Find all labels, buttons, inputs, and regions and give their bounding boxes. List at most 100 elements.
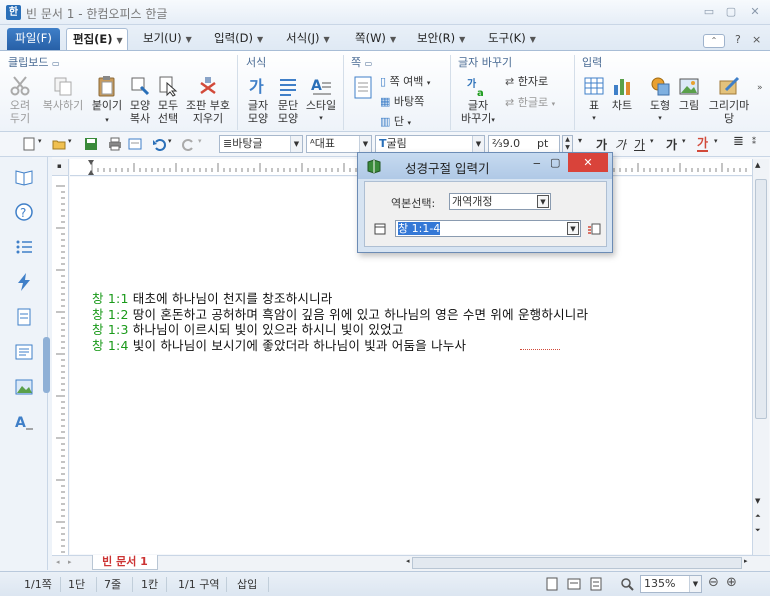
background-page-button[interactable]: ▦ 바탕쪽 [380, 93, 424, 109]
hangul-button[interactable]: ⇄ 한글로 ▾ [505, 94, 555, 110]
sidebar-collapse-handle[interactable] [43, 337, 50, 393]
chart-button[interactable]: 차트 [608, 75, 636, 112]
close-window-button[interactable]: ✕ [747, 4, 763, 19]
chevron-down-icon[interactable]: ▾ [68, 137, 72, 145]
chevron-down-icon[interactable]: ▾ [198, 137, 202, 145]
print-preview-icon[interactable] [128, 137, 142, 151]
hanja-button[interactable]: ⇄ 한자로 [505, 73, 548, 89]
tab-security[interactable]: 보안(R) ▼ [411, 28, 471, 50]
close-document-icon[interactable]: × [752, 33, 761, 46]
dialog-minimize-button[interactable]: ‒ [533, 156, 541, 170]
document-tab[interactable]: 빈 문서 1 [92, 555, 158, 570]
help-icon[interactable]: ? [735, 33, 741, 46]
open-folder-icon[interactable] [52, 137, 66, 151]
paste-button[interactable]: 붙이기 ▾ [91, 75, 123, 127]
form-icon[interactable] [14, 342, 34, 362]
italic-button[interactable]: 가 [615, 136, 626, 153]
previous-page-icon[interactable]: ⏶ [755, 512, 761, 521]
outline-view-icon[interactable] [589, 577, 603, 591]
tab-view[interactable]: 보기(U) ▼ [137, 28, 198, 50]
document-icon[interactable] [14, 307, 34, 327]
page-view-icon[interactable] [545, 577, 559, 591]
strikethrough-button[interactable]: 가 [666, 136, 677, 153]
tab-format[interactable]: 서식(J) ▼ [280, 28, 336, 50]
ribbon-more-icon[interactable]: » [757, 83, 763, 93]
chevron-down-icon[interactable]: ▾ [650, 137, 654, 145]
clear-markup-button[interactable]: 조판 부호 지우기 [184, 75, 232, 125]
help-circle-icon[interactable]: ? [14, 202, 34, 222]
zoom-in-icon[interactable]: ⊕ [726, 575, 737, 590]
cut-button[interactable]: 오려 두기 [6, 75, 34, 125]
char-shape-button[interactable]: 가 글자 모양 [244, 75, 272, 125]
save-icon[interactable] [84, 137, 98, 151]
image-icon[interactable] [14, 377, 34, 397]
tab-scroll-left-icon[interactable]: ◂ [56, 558, 60, 566]
shape-copy-button[interactable]: 모양 복사 [127, 75, 153, 125]
verse-input[interactable]: 창 1:1-4 ▼ [395, 220, 581, 237]
font-size-input[interactable]: ⅔9.0 pt [488, 135, 560, 153]
copy-button[interactable]: 복사하기 [40, 75, 86, 112]
scroll-down-icon[interactable]: ▼ [755, 497, 760, 505]
page-view-icon[interactable] [352, 75, 376, 101]
scroll-thumb[interactable] [755, 179, 767, 419]
more-options-icon[interactable]: ⁑ [752, 137, 756, 146]
char-change-button[interactable]: 가a 글자 바꾸기▾ [458, 75, 498, 127]
language-select[interactable]: ᴬ대표 ▼ [306, 135, 372, 153]
verse-line[interactable]: 창 1:4 빛이 하나님이 보시기에 좋았더라 하나님이 빛과 어둠을 나누사 [92, 335, 466, 354]
tab-file[interactable]: 파일(F) [7, 28, 60, 50]
zoom-out-icon[interactable]: ⊖ [708, 575, 719, 590]
tab-scroll-right-icon[interactable]: ▸ [68, 558, 72, 566]
para-shape-button[interactable]: 문단 모양 [274, 75, 302, 125]
picture-button[interactable]: 그림 [676, 75, 702, 112]
insert-verse-icon[interactable] [587, 222, 601, 236]
list-icon[interactable] [14, 237, 34, 257]
zoom-select[interactable]: 135% ▼ [640, 575, 702, 593]
status-insert-mode[interactable]: 삽입 [237, 576, 257, 592]
table-button[interactable]: 표 ▾ [582, 75, 606, 125]
align-justify-icon[interactable]: ≣ [733, 134, 744, 149]
new-document-icon[interactable] [22, 137, 36, 151]
bold-button[interactable]: 가 [596, 136, 607, 153]
drawing-button[interactable]: 그리기마당 [704, 75, 754, 125]
lightning-icon[interactable] [14, 272, 34, 292]
style-button[interactable]: A 스타일 ▾ [304, 75, 338, 125]
redo-icon[interactable] [182, 137, 196, 151]
horizontal-scroll-thumb[interactable] [412, 557, 742, 569]
vertical-scrollbar[interactable]: ▲ ▼ ⏶ ⏷ [752, 159, 769, 555]
version-select[interactable]: 개역개정 ▼ [449, 193, 551, 210]
chevron-down-icon[interactable]: ▾ [38, 137, 42, 145]
column-button[interactable]: ▥ 단 ▾ [380, 113, 411, 129]
font-size-stepper[interactable]: ▲ ▼ [562, 135, 573, 153]
tab-page[interactable]: 쪽(W) ▼ [349, 28, 402, 50]
scroll-right-icon[interactable]: ▸ [744, 557, 748, 565]
style-select[interactable]: ≣바탕글 ▼ [219, 135, 303, 153]
tab-input[interactable]: 입력(D) ▼ [208, 28, 269, 50]
tab-tools[interactable]: 도구(K) ▼ [482, 28, 542, 50]
margin-button[interactable]: ▯ 쪽 여백 ▾ [380, 73, 430, 89]
chevron-down-icon[interactable]: ▾ [682, 137, 686, 145]
chevron-down-icon[interactable]: ▾ [168, 137, 172, 145]
minimize-window-button[interactable]: ▭ [701, 4, 717, 19]
ruler-corner[interactable]: ▪ [52, 159, 69, 176]
dialog-close-button[interactable]: ✕ [568, 153, 608, 172]
tab-edit[interactable]: 편집(E) ▼ [66, 28, 128, 50]
font-color-button[interactable]: 가 [697, 136, 709, 152]
scroll-left-icon[interactable]: ◂ [406, 557, 410, 565]
vertical-ruler[interactable] [52, 176, 69, 555]
scroll-up-icon[interactable]: ▲ [755, 161, 760, 169]
shape-button[interactable]: 도형 ▾ [646, 75, 674, 125]
undo-icon[interactable] [152, 137, 166, 151]
select-all-button[interactable]: 모두 선택 [155, 75, 181, 125]
print-icon[interactable] [108, 137, 122, 151]
underline-button[interactable]: 가 [634, 136, 645, 153]
chevron-down-icon[interactable]: ▾ [578, 136, 582, 145]
font-select[interactable]: T굴림 ▼ [375, 135, 485, 153]
next-page-icon[interactable]: ⏷ [755, 526, 761, 535]
book-icon[interactable] [14, 167, 34, 187]
dialog-maximize-button[interactable]: ▢ [550, 156, 560, 169]
text-style-icon[interactable]: A [14, 412, 34, 432]
web-view-icon[interactable] [567, 577, 581, 591]
dialog-title-bar[interactable]: 성경구절 입력기 ‒ ▢ ✕ [358, 153, 612, 179]
collapse-ribbon-button[interactable]: ⌃ [703, 34, 725, 48]
restore-window-button[interactable]: ▢ [723, 4, 739, 19]
